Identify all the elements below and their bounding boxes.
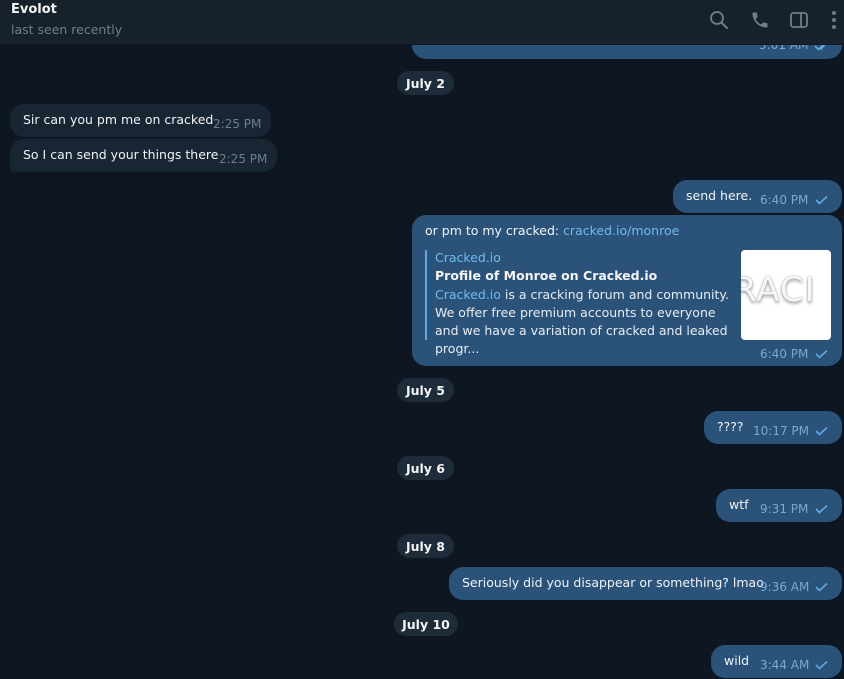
date-separator: July 10	[394, 612, 458, 636]
chat-window: Evolot last seen recently 5:01 AM July 2…	[0, 0, 844, 679]
preview-description: Cracked.io is a cracking forum and commu…	[435, 286, 735, 358]
sidebar-toggle-icon[interactable]	[788, 9, 810, 31]
message-outgoing[interactable]: send here. 6:40 PM	[673, 180, 842, 213]
date-separator: July 6	[397, 456, 454, 480]
check-icon	[815, 349, 828, 359]
profile-link[interactable]: cracked.io/monroe	[563, 223, 679, 238]
check-icon	[815, 504, 828, 514]
message-text: send here.	[686, 188, 753, 203]
contact-status: last seen recently	[11, 22, 123, 37]
message-text: Sir can you pm me on cracked	[23, 112, 214, 127]
message-time: 6:40 PM	[760, 347, 809, 361]
message-incoming[interactable]: Sir can you pm me on cracked 2:25 PM	[10, 104, 271, 137]
message-time: 10:17 PM	[753, 424, 809, 438]
message-time: 9:36 AM	[760, 580, 810, 594]
message-time: 2:25 PM	[219, 152, 268, 166]
check-icon	[815, 195, 828, 205]
message-outgoing[interactable]: Seriously did you disappear or something…	[449, 567, 842, 600]
contact-name[interactable]: Evolot	[11, 2, 57, 17]
thumbnail-logo-text: RACI	[741, 270, 816, 310]
preview-thumbnail[interactable]: RACI	[741, 250, 831, 340]
preview-site-name: Cracked.io	[435, 250, 501, 265]
date-separator: July 8	[397, 534, 454, 558]
chat-header: Evolot last seen recently	[0, 0, 844, 45]
link-preview[interactable]: Cracked.io Profile of Monroe on Cracked.…	[425, 250, 831, 356]
check-icon	[815, 582, 828, 592]
message-outgoing[interactable]: ???? 10:17 PM	[704, 411, 842, 444]
preview-title: Profile of Monroe on Cracked.io	[435, 268, 658, 283]
message-text: wild	[724, 653, 750, 668]
message-text: ????	[717, 419, 744, 434]
message-text: wtf	[729, 497, 749, 512]
message-text: or pm to my cracked: cracked.io/monroe	[425, 223, 679, 238]
message-outgoing[interactable]: wtf 9:31 PM	[716, 489, 842, 522]
search-icon[interactable]	[708, 9, 730, 31]
message-text-prefix: or pm to my cracked:	[425, 223, 564, 238]
message-time: 2:25 PM	[213, 117, 262, 131]
message-time: 3:44 AM	[760, 658, 810, 672]
message-outgoing[interactable]: wild 3:44 AM	[711, 645, 842, 678]
message-text: Seriously did you disappear or something…	[462, 575, 764, 590]
preview-description-link[interactable]: Cracked.io	[435, 287, 501, 302]
message-time: 9:31 PM	[760, 502, 809, 516]
phone-icon[interactable]	[749, 9, 771, 31]
date-separator: July 2	[397, 71, 454, 95]
message-outgoing-link[interactable]: or pm to my cracked: cracked.io/monroe C…	[412, 215, 842, 366]
message-text: So I can send your things there	[23, 147, 219, 162]
message-incoming[interactable]: So I can send your things there 2:25 PM	[10, 139, 277, 172]
check-icon	[815, 426, 828, 436]
check-icon	[815, 660, 828, 670]
message-time: 6:40 PM	[760, 193, 809, 207]
more-vertical-icon[interactable]	[823, 9, 844, 31]
date-separator: July 5	[397, 378, 454, 402]
